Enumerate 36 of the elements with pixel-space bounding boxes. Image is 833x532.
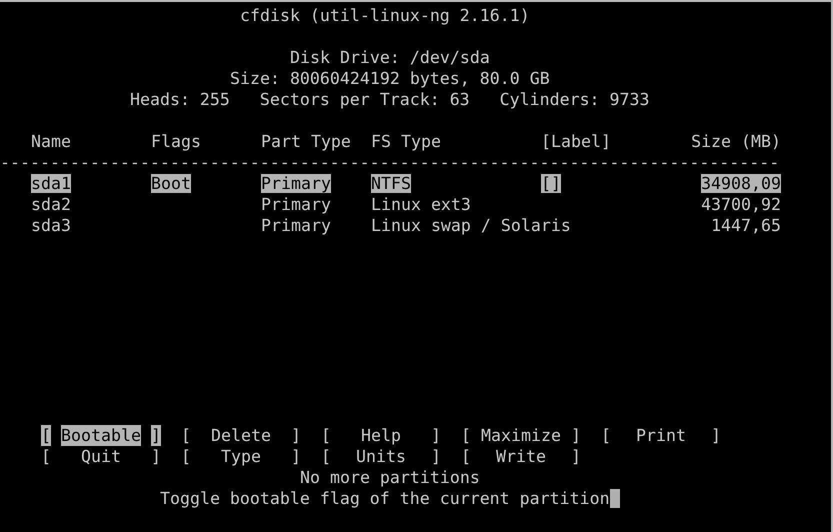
menu-button[interactable]: [ Delete ] — [181, 425, 301, 446]
menu-button[interactable]: [ Print ] — [601, 425, 721, 446]
table-cell[interactable]: Primary — [261, 174, 331, 193]
help-message: Toggle bootable flag of the current partition — [160, 488, 610, 509]
table-cell[interactable]: 34908,09 — [701, 174, 781, 193]
menu-button[interactable]: [ Units ] — [321, 446, 441, 467]
column-header: Flags — [151, 132, 201, 151]
table-cell[interactable]: Linux swap / Solaris — [371, 216, 571, 235]
table-cell[interactable]: Primary — [261, 195, 331, 214]
menu-button[interactable]: [ Write ] — [461, 446, 581, 467]
disk-geometry-text: Heads: 255 Sectors per Track: 63 Cylinders: 9733 — [130, 90, 650, 109]
menu-button[interactable]: [ Quit ] — [41, 446, 161, 467]
column-header: FS Type — [371, 132, 441, 151]
status-message: No more partitions — [300, 468, 480, 487]
table-cell[interactable]: sda3 — [31, 216, 71, 235]
column-header: [Label] — [541, 132, 611, 151]
disk-size-text: Size: 80060424192 bytes, 80.0 GB — [230, 69, 550, 88]
table-cell[interactable]: sda1 — [31, 174, 71, 193]
table-cell[interactable]: NTFS — [371, 174, 411, 193]
menu-button[interactable]: [ Maximize ] — [461, 425, 581, 446]
table-cell[interactable]: sda2 — [31, 195, 71, 214]
text-cursor — [610, 489, 620, 508]
table-cell[interactable]: Linux ext3 — [371, 195, 471, 214]
table-cell[interactable]: Primary — [261, 216, 331, 235]
menu-button[interactable]: [ Help ] — [321, 425, 441, 446]
table-cell[interactable]: 1447,65 — [711, 216, 781, 235]
disk-drive-text: Disk Drive: /dev/sda — [290, 48, 490, 67]
table-cell[interactable]: 43700,92 — [701, 195, 781, 214]
menu-button[interactable]: [ Type ] — [181, 446, 301, 467]
separator-line: ------------------------------------------------------------------------------ — [0, 153, 780, 172]
table-cell[interactable]: [] — [541, 174, 561, 193]
table-cell[interactable]: Boot — [151, 174, 191, 193]
column-header: Name — [31, 132, 71, 151]
column-header: Part Type — [261, 132, 351, 151]
program-title: cfdisk (util-linux-ng 2.16.1) — [240, 6, 530, 25]
column-header: Size (MB) — [691, 132, 781, 151]
